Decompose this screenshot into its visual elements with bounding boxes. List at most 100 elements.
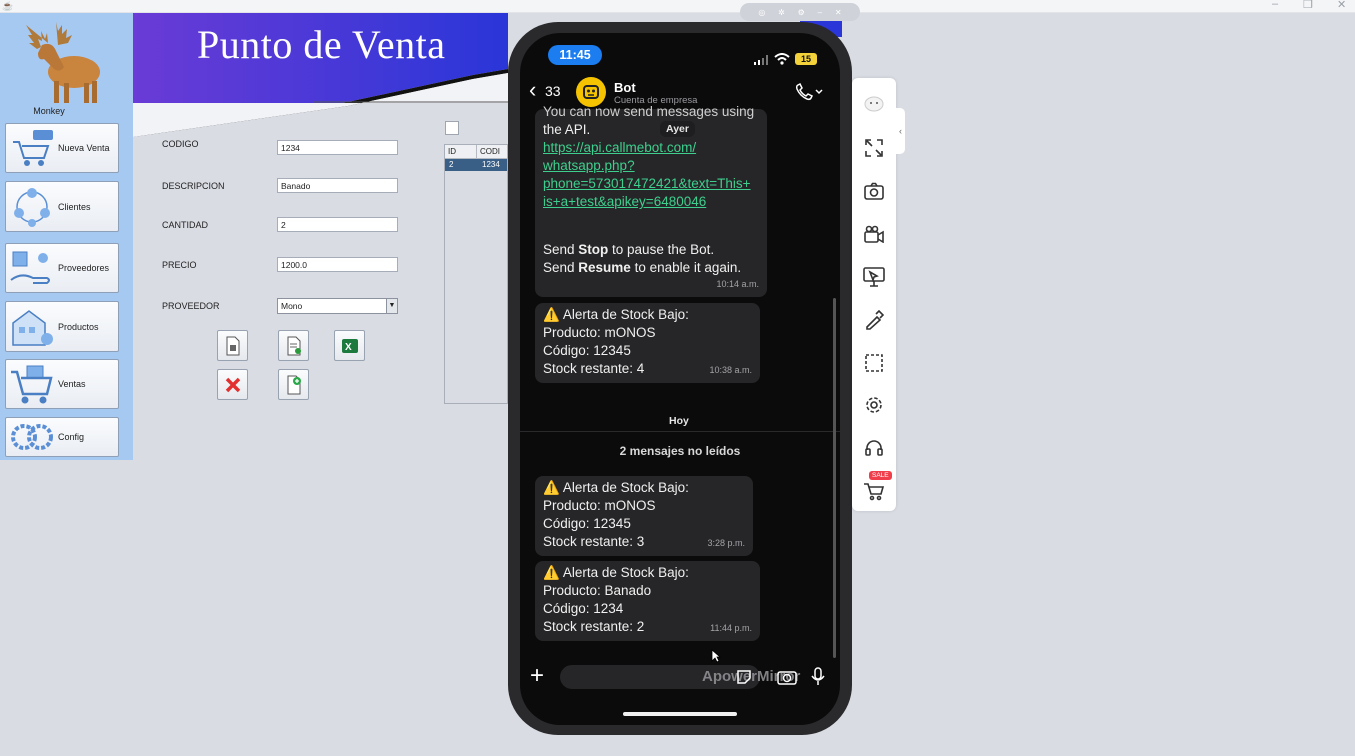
api-link[interactable]: whatsapp.php? <box>543 157 759 175</box>
status-bar: 11:45 15 <box>520 33 840 79</box>
plus-icon[interactable]: + <box>530 664 544 688</box>
nav-label: Proveedores <box>58 263 110 273</box>
chevron-left-icon[interactable]: ‹ <box>529 79 536 101</box>
day-separator-hoy: Hoy <box>669 415 689 427</box>
document-icon <box>226 336 239 355</box>
gears-icon <box>6 415 58 459</box>
products-building-icon <box>6 305 58 349</box>
chat-message-stock-alert: ⚠️ Alerta de Stock Bajo: Producto: mONOS… <box>535 476 753 556</box>
add-document-icon <box>287 375 301 394</box>
page-title: Punto de Venta <box>197 22 446 67</box>
camera-icon[interactable] <box>777 669 797 685</box>
day-separator-ayer: Ayer <box>660 121 695 137</box>
message-title: ⚠️ Alerta de Stock Bajo: <box>543 480 689 495</box>
message-title: ⚠️ Alerta de Stock Bajo: <box>543 565 689 580</box>
message-text: Send Stop to pause the Bot. <box>543 242 715 257</box>
products-table: ID CODI 2 1234 <box>444 144 508 404</box>
api-link[interactable]: https://api.callmebot.com/ <box>543 139 759 157</box>
home-indicator[interactable] <box>623 712 737 716</box>
new-document-button[interactable] <box>217 330 248 361</box>
cantidad-label: CANTIDAD <box>162 220 209 230</box>
mirror-side-toolbar: SALE <box>852 78 896 511</box>
chat-message-stock-alert: ⚠️ Alerta de Stock Bajo: Producto: Banad… <box>535 561 760 641</box>
moose-logo-icon <box>26 22 100 103</box>
nav-label: Nueva Venta <box>58 143 110 153</box>
edit-document-button[interactable] <box>278 330 309 361</box>
settings-small-icon[interactable]: ✲ <box>778 8 785 17</box>
nav-productos-button[interactable]: Productos <box>5 301 119 352</box>
proveedor-label: PROVEEDOR <box>162 301 220 311</box>
close-small-icon[interactable]: ✕ <box>835 8 842 17</box>
sticker-icon[interactable] <box>736 669 752 685</box>
message-text: You can now send messages using <box>543 104 755 119</box>
contact-name[interactable]: Bot <box>614 80 636 95</box>
nav-label: Config <box>58 432 85 442</box>
delete-button[interactable] <box>217 369 248 400</box>
cantidad-input[interactable]: 2 <box>277 217 398 232</box>
unread-messages-divider: 2 mensajes no leídos <box>520 431 840 459</box>
screenshot-camera-icon[interactable] <box>862 179 886 203</box>
sale-badge: SALE <box>869 471 892 480</box>
nav-ventas-button[interactable]: Ventas <box>5 359 119 409</box>
minimize-button[interactable]: – <box>1272 0 1278 10</box>
cart-icon <box>6 126 58 170</box>
wifi-icon <box>774 53 790 65</box>
java-app-icon: ☕ <box>2 1 14 11</box>
table-header-codigo[interactable]: CODI <box>477 145 507 159</box>
restore-button[interactable]: ❐ <box>1303 0 1313 11</box>
header-banner: Punto de Venta <box>133 13 508 137</box>
whiteboard-pen-icon[interactable] <box>862 308 886 332</box>
excel-export-button[interactable]: X <box>334 330 365 361</box>
shop-cart-icon[interactable] <box>862 479 886 503</box>
signal-icon <box>754 55 768 65</box>
screen-cast-icon[interactable] <box>862 265 886 289</box>
nav-proveedores-button[interactable]: Proveedores <box>5 243 119 293</box>
phone-call-icon[interactable] <box>794 82 824 102</box>
proveedor-select[interactable]: Mono ▼ <box>277 298 398 314</box>
add-document-button[interactable] <box>278 369 309 400</box>
suppliers-hand-box-icon <box>6 246 58 290</box>
nav-nueva-venta-button[interactable]: Nueva Venta <box>5 123 119 173</box>
api-link[interactable]: phone=573017472421&text=This+ <box>543 175 759 193</box>
fullscreen-icon[interactable] <box>862 136 886 160</box>
table-cell-id: 2 <box>449 160 454 169</box>
precio-label: PRECIO <box>162 260 197 270</box>
precio-input[interactable]: 1200.0 <box>277 257 398 272</box>
microphone-icon[interactable] <box>811 667 825 687</box>
status-time: 11:45 <box>548 45 602 65</box>
warning-icon: ⚠️ <box>543 307 560 322</box>
descripcion-label: DESCRIPCION <box>162 181 225 191</box>
app-mascot-icon[interactable] <box>862 90 886 114</box>
logo-label: Monkey <box>33 106 65 116</box>
api-link[interactable]: is+a+test&apikey=6480046 <box>543 193 759 211</box>
pin-icon[interactable]: ◎ <box>758 8 765 17</box>
codigo-label: CODIGO <box>162 139 199 149</box>
descripcion-input[interactable]: Banado <box>277 178 398 193</box>
select-checkbox[interactable] <box>445 121 459 135</box>
close-button[interactable]: ✕ <box>1337 0 1346 11</box>
toolbar-collapse-tab[interactable]: ‹ <box>896 108 905 154</box>
chat-message-api-info: You can now send messages using the API.… <box>535 104 767 297</box>
codigo-input[interactable]: 1234 <box>277 140 398 155</box>
message-timestamp: 10:38 a.m. <box>709 365 752 375</box>
minimize-small-icon[interactable]: – <box>818 8 822 17</box>
crop-select-icon[interactable] <box>862 351 886 375</box>
nav-label: Productos <box>58 321 99 332</box>
message-timestamp: 3:28 p.m. <box>707 538 745 548</box>
warning-icon: ⚠️ <box>543 565 560 580</box>
back-unread-count[interactable]: 33 <box>545 83 561 99</box>
settings-gear-icon[interactable] <box>862 393 886 417</box>
chevron-down-icon[interactable]: ▼ <box>386 299 397 313</box>
video-record-icon[interactable] <box>862 222 886 246</box>
table-header-id[interactable]: ID <box>445 145 477 159</box>
warning-icon: ⚠️ <box>543 480 560 495</box>
svg-text:X: X <box>345 342 352 353</box>
message-timestamp: 10:14 a.m. <box>716 279 759 289</box>
chat-scrollbar[interactable] <box>833 298 836 658</box>
support-headset-icon[interactable] <box>862 436 886 460</box>
nav-clientes-button[interactable]: Clientes <box>5 181 119 232</box>
gear-small-icon[interactable]: ⚙ <box>798 8 805 17</box>
message-input-bar: + ApowerMirror <box>520 661 840 697</box>
phone-screen: 11:45 15 ‹ 33 Bot Cuenta de empresa You … <box>520 33 840 725</box>
nav-config-button[interactable]: Config <box>5 417 119 457</box>
